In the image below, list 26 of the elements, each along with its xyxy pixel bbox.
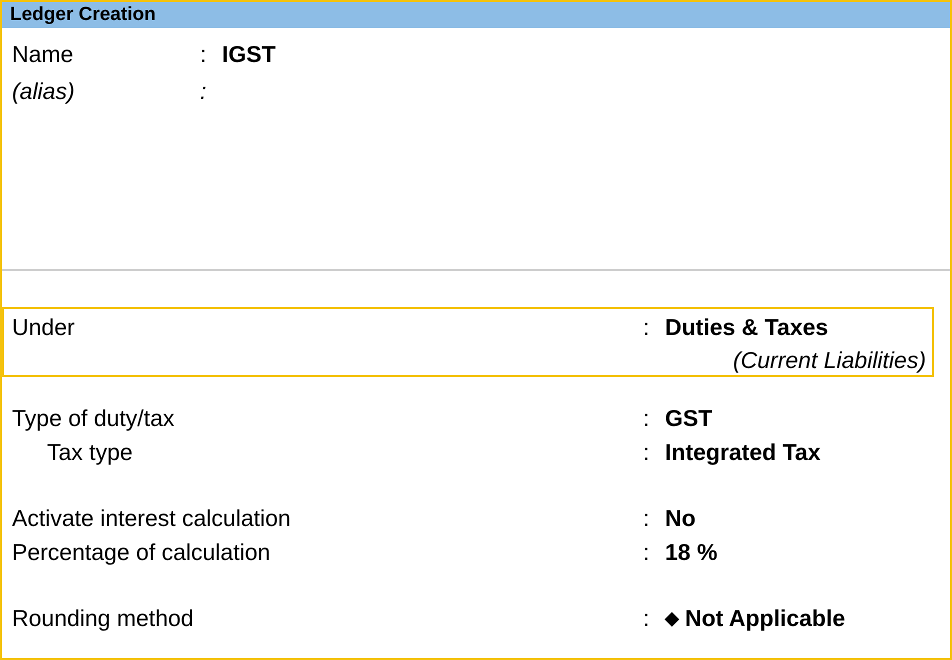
parent-group: (Current Liabilities) [732,346,926,374]
field-value[interactable]: Duties & Taxes [665,314,828,340]
field-value[interactable]: GST [665,404,712,432]
diamond-icon: ◆ [665,607,679,629]
colon: : [643,604,650,632]
colon: : [200,78,208,105]
colon: : [643,438,650,466]
field-label: Tax type [46,438,134,466]
colon: : [643,538,650,566]
field-label: Name [12,41,74,68]
field-value[interactable]: IGST [222,41,276,68]
field-value[interactable]: Not Applicable [685,604,846,632]
field-value[interactable]: Integrated Tax [665,438,820,466]
field-value[interactable]: 18 % [665,538,718,566]
field-label: Percentage of calculation [12,538,272,566]
field-label: Rounding method [12,604,195,632]
field-label: (alias) [12,78,76,105]
colon: : [643,314,650,340]
field-label: Type of duty/tax [12,404,176,432]
colon: : [643,404,650,432]
field-label: Activate interest calculation [12,504,292,532]
colon: : [643,504,650,532]
field-label: Under [12,314,76,340]
window-title: Ledger Creation [2,2,950,28]
colon: : [200,41,208,68]
field-value[interactable]: No [665,504,696,532]
